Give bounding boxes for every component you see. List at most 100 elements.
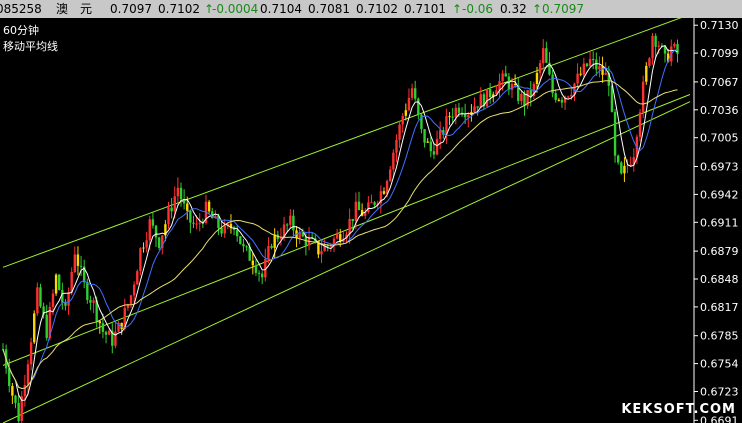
candle: [11, 382, 14, 405]
y-tick-label: 0.6817: [700, 301, 739, 314]
candle: [632, 148, 635, 172]
chart-window: 085258 澳 元 0.7097 0.7102 ↑ -0.0004 0.710…: [0, 0, 742, 423]
candle: [638, 109, 642, 142]
candle: [58, 273, 61, 291]
candle: [526, 89, 529, 110]
candle: [139, 247, 142, 276]
candle: [426, 138, 429, 144]
y-tick-label: 0.6723: [700, 386, 739, 399]
candle: [542, 39, 545, 72]
candle: [404, 103, 408, 121]
candle: [89, 295, 92, 311]
candle: [429, 136, 433, 158]
candle: [20, 390, 23, 423]
quote-name-1: 澳: [56, 2, 69, 16]
candle: [176, 177, 180, 206]
candle: [641, 75, 645, 118]
candle: [251, 252, 255, 275]
candle: [151, 212, 155, 229]
ma-line-medium: [2, 48, 678, 390]
channel-line-2: [2, 94, 691, 366]
moving-averages: [2, 45, 678, 401]
candle: [17, 395, 20, 423]
candle: [207, 199, 211, 214]
candle: [504, 65, 507, 77]
y-tick-label: 0.7036: [700, 104, 739, 117]
candle: [136, 269, 139, 285]
candle: [654, 33, 657, 57]
candle: [382, 187, 386, 195]
candle: [367, 195, 370, 214]
y-tick-label: 0.6879: [700, 245, 739, 258]
candle: [551, 69, 554, 98]
candle: [264, 248, 267, 282]
candle: [401, 113, 404, 133]
candle: [29, 337, 33, 371]
candle: [438, 121, 442, 149]
candle: [64, 299, 67, 311]
candle: [14, 394, 17, 409]
candle: [335, 228, 339, 240]
candle: [613, 108, 617, 163]
candle: [435, 130, 439, 156]
y-tick-label: 0.6973: [700, 161, 739, 174]
candle: [357, 191, 361, 211]
candle: [567, 95, 570, 99]
candle: [92, 297, 95, 314]
candle: [645, 62, 648, 85]
y-tick-label: 0.6848: [700, 273, 739, 286]
candle: [39, 283, 42, 309]
quote-v2: 0.7081: [308, 2, 350, 16]
candle: [623, 157, 626, 183]
candle: [117, 321, 120, 333]
candle: [189, 209, 192, 234]
candle: [370, 194, 373, 204]
candle: [507, 73, 511, 96]
candle: [254, 259, 258, 276]
candle: [145, 231, 148, 253]
candle: [260, 271, 264, 285]
quote-last: 0.7097: [542, 2, 584, 16]
quote-v5: 0.32: [500, 2, 527, 16]
candle: [591, 51, 595, 69]
candle: [73, 246, 77, 274]
candle: [170, 197, 173, 219]
y-axis: 0.7130 0.7099 0.7067 0.7036 0.7005 0.6973 0.69…: [694, 19, 739, 423]
candle: [407, 88, 411, 112]
candle: [198, 213, 201, 232]
candle: [242, 239, 245, 253]
candle: [545, 41, 548, 64]
candle: [479, 87, 482, 108]
candle: [389, 165, 392, 183]
candle: [245, 245, 248, 252]
y-tick-label: 0.7130: [700, 19, 739, 32]
candle: [448, 111, 451, 126]
candle: [517, 77, 520, 105]
candle: [473, 97, 476, 113]
y-tick-label: 0.6942: [700, 188, 739, 201]
channel-line-3: [2, 101, 691, 423]
candle: [410, 83, 414, 101]
candle: [257, 270, 261, 282]
candle: [33, 310, 36, 345]
period-label: 60分钟: [3, 24, 39, 37]
quote-change-2: -0.06: [462, 2, 494, 16]
y-tick-label: 0.7099: [700, 47, 739, 60]
candle: [36, 282, 39, 316]
candle: [379, 185, 383, 214]
candlestick-chart: 0.7130 0.7099 0.7067 0.7036 0.7005 0.6973 0.69…: [1, 18, 739, 423]
quote-open: 0.7097: [110, 2, 152, 16]
candle: [467, 112, 470, 128]
candle: [576, 63, 579, 88]
candle: [454, 104, 457, 125]
y-tick-label: 0.7067: [700, 76, 739, 89]
candle: [142, 242, 145, 253]
candle: [598, 56, 601, 78]
up-arrow-icon-2: ↑: [452, 2, 463, 16]
candle: [485, 88, 489, 107]
candle: [342, 232, 345, 243]
candle: [8, 358, 11, 393]
candle: [307, 227, 311, 251]
quote-v1: 0.7104: [260, 2, 302, 16]
candle: [432, 142, 436, 160]
